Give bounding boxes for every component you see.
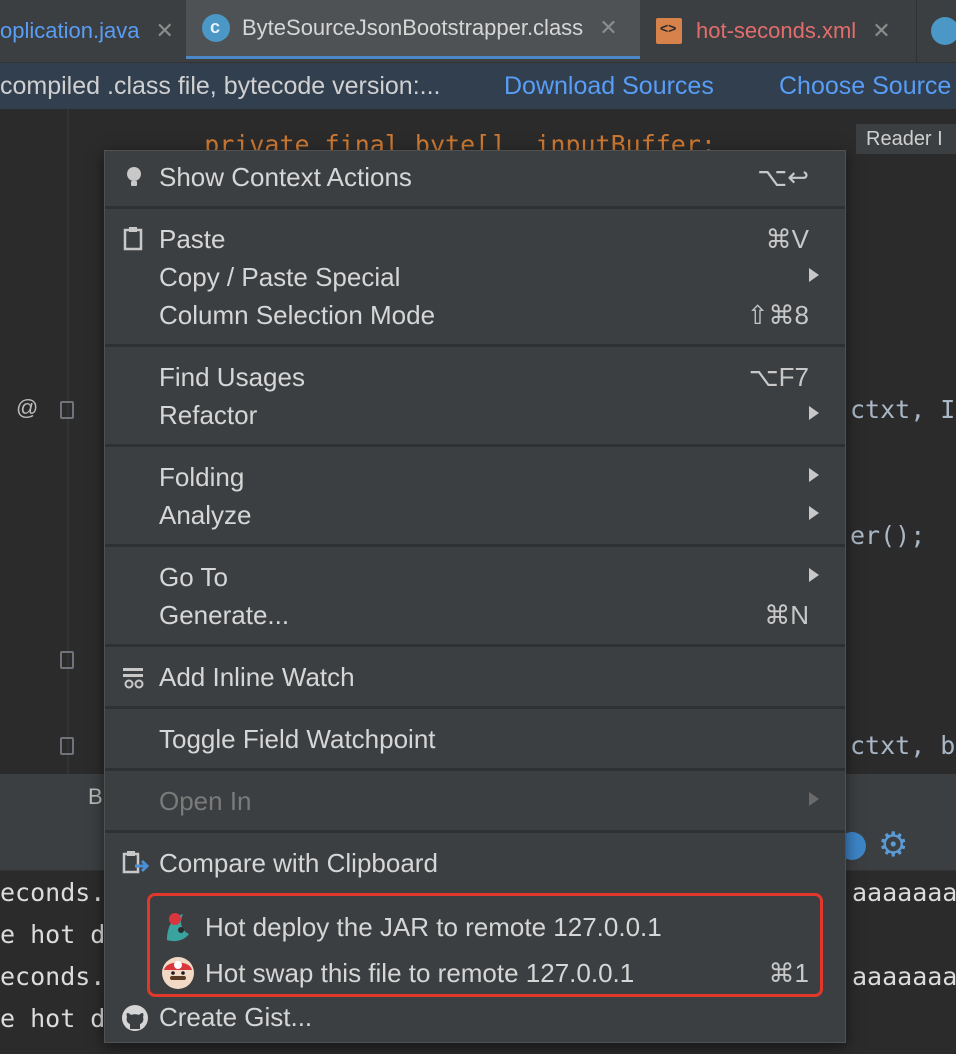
lightbulb-icon: [121, 164, 147, 190]
menu-item-label: Refactor: [159, 400, 258, 430]
menu-item-create-gist[interactable]: Create Gist...: [105, 998, 845, 1036]
submenu-arrow-icon: [809, 792, 819, 806]
submenu-arrow-icon: [809, 268, 819, 282]
code-line: ctxt, I: [850, 395, 956, 424]
tab-hot-seconds-xml[interactable]: <> hot-seconds.xml ✕: [656, 0, 912, 62]
editor-tab-bar: oplication.java ✕ c ByteSourceJsonBootst…: [0, 0, 956, 63]
menu-item-analyze[interactable]: Analyze: [105, 496, 845, 534]
code-line: ctxt, b: [850, 731, 956, 760]
close-icon[interactable]: ✕: [872, 18, 890, 44]
menu-item-find-usages[interactable]: Find Usages ⌥F7: [105, 358, 845, 396]
close-icon[interactable]: ✕: [599, 15, 617, 41]
override-marker-icon[interactable]: @: [16, 395, 38, 421]
console-line: aaaaaaa: [852, 878, 956, 907]
close-icon[interactable]: ✕: [155, 18, 173, 44]
gear-icon[interactable]: ⚙: [878, 826, 908, 864]
submenu-arrow-icon: [809, 506, 819, 520]
menu-separator: [105, 830, 845, 833]
menu-item-shortcut: ⌘V: [765, 224, 809, 254]
menu-item-open-in: Open In: [105, 782, 845, 820]
console-line: econds.x: [0, 878, 121, 907]
menu-item-shortcut: ⌘N: [764, 600, 809, 630]
fold-icon[interactable]: [60, 401, 74, 419]
console-line: e hot de: [0, 920, 121, 949]
tab-label: hot-seconds.xml: [696, 18, 857, 43]
menu-item-shortcut: ⌥↩: [757, 162, 809, 192]
menu-item-compare-with-clipboard[interactable]: Compare with Clipboard: [105, 844, 845, 882]
menu-separator: [105, 344, 845, 347]
menu-item-label: Show Context Actions: [159, 162, 412, 192]
menu-item-go-to[interactable]: Go To: [105, 558, 845, 596]
menu-item-generate[interactable]: Generate... ⌘N: [105, 596, 845, 634]
reader-mode-button[interactable]: Reader I: [856, 124, 956, 154]
highlight-box: [147, 893, 823, 997]
menu-item-label: Go To: [159, 562, 228, 592]
fold-icon[interactable]: [60, 737, 74, 755]
menu-item-add-inline-watch[interactable]: Add Inline Watch: [105, 658, 845, 696]
class-file-icon: c: [202, 14, 230, 42]
menu-item-label: Open In: [159, 786, 252, 816]
menu-item-label: Generate...: [159, 600, 290, 630]
tab-bytesource-class[interactable]: c ByteSourceJsonBootstrapper.class ✕: [186, 0, 640, 59]
menu-item-shortcut: ⌥F7: [748, 362, 809, 392]
menu-item-refactor[interactable]: Refactor: [105, 396, 845, 434]
menu-separator: [105, 544, 845, 547]
menu-separator: [105, 206, 845, 209]
menu-item-copy-paste-special[interactable]: Copy / Paste Special: [105, 258, 845, 296]
submenu-arrow-icon: [809, 568, 819, 582]
menu-separator: [105, 444, 845, 447]
submenu-arrow-icon: [809, 468, 819, 482]
menu-item-label: Copy / Paste Special: [159, 262, 401, 292]
menu-item-label: Column Selection Mode: [159, 300, 436, 330]
submenu-arrow-icon: [809, 406, 819, 420]
fold-icon[interactable]: [60, 651, 74, 669]
inline-watch-icon: [121, 664, 147, 690]
github-icon: [121, 1004, 148, 1031]
menu-item-label: Toggle Field Watchpoint: [159, 724, 436, 754]
menu-item-label: Add Inline Watch: [159, 662, 355, 692]
menu-item-label: Analyze: [159, 500, 252, 530]
tab-label: ByteSourceJsonBootstrapper.class: [242, 15, 584, 40]
console-line: aaaaaaa: [852, 962, 956, 991]
tool-tab-label[interactable]: B: [88, 784, 103, 810]
menu-item-label: Find Usages: [159, 362, 305, 392]
menu-item-label: Compare with Clipboard: [159, 848, 438, 878]
class-file-icon: [931, 17, 956, 45]
tab-application-java[interactable]: oplication.java ✕: [0, 0, 186, 62]
menu-item-label: Paste: [159, 224, 226, 254]
xml-file-icon: <>: [656, 18, 682, 44]
clipboard-icon: [121, 226, 147, 252]
console-line: e hot de: [0, 1004, 121, 1033]
tab-overflow[interactable]: [916, 0, 956, 62]
menu-item-shortcut: ⇧⌘8: [746, 300, 809, 330]
gutter-divider: [67, 109, 69, 774]
console-line: econds.x: [0, 962, 121, 991]
menu-item-toggle-field-watchpoint[interactable]: Toggle Field Watchpoint: [105, 720, 845, 758]
menu-item-label: Create Gist...: [159, 1002, 313, 1032]
choose-sources-link[interactable]: Choose Source: [779, 63, 951, 109]
menu-separator: [105, 768, 845, 771]
editor-context-menu: Show Context Actions ⌥↩ Paste ⌘V Copy / …: [104, 150, 846, 1043]
code-line: er();: [850, 521, 926, 550]
menu-item-label: Folding: [159, 462, 245, 492]
menu-item-column-selection-mode[interactable]: Column Selection Mode ⇧⌘8: [105, 296, 845, 334]
menu-item-folding[interactable]: Folding: [105, 458, 845, 496]
compare-clipboard-icon: [121, 850, 150, 876]
menu-item-show-context-actions[interactable]: Show Context Actions ⌥↩: [105, 158, 845, 196]
menu-item-paste[interactable]: Paste ⌘V: [105, 220, 845, 258]
menu-separator: [105, 644, 845, 647]
tab-label: oplication.java: [0, 18, 140, 43]
menu-separator: [105, 706, 845, 709]
